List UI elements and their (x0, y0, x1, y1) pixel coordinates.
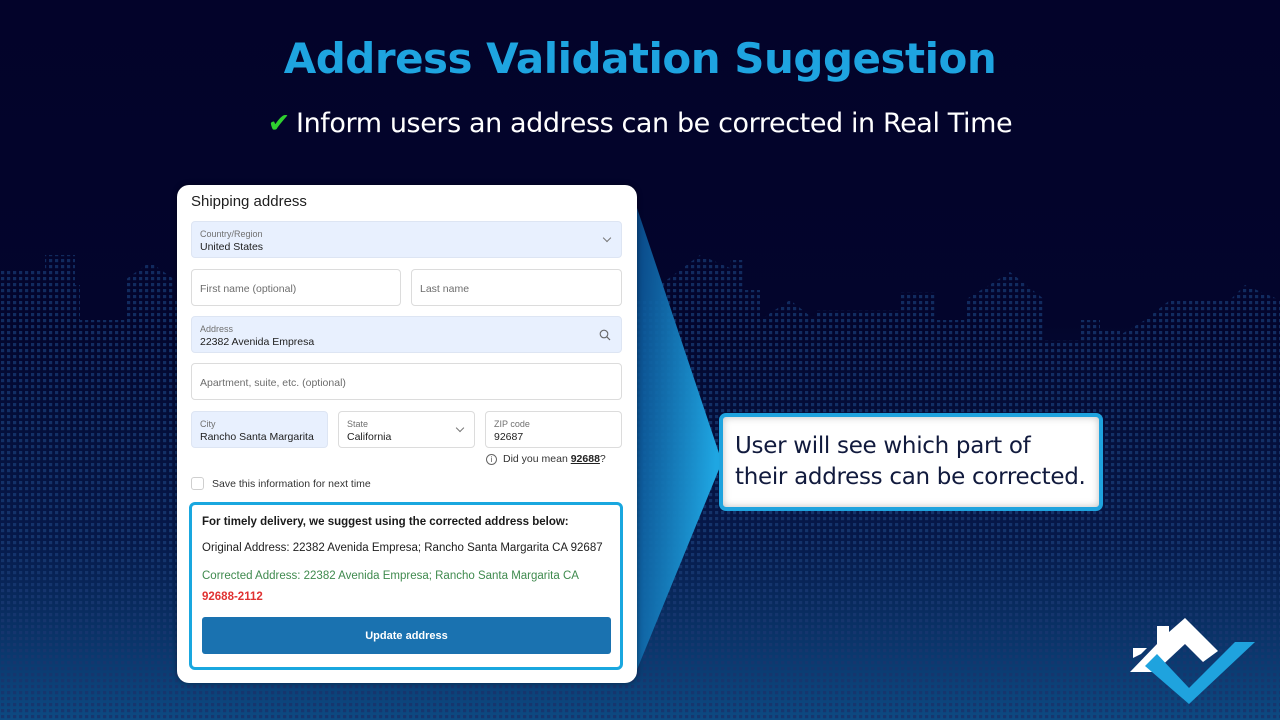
last-name-input[interactable]: Last name (411, 269, 622, 306)
corrected-zip: 92688-2112 (202, 591, 263, 603)
address-correction-suggestion: For timely delivery, we suggest using th… (189, 502, 623, 670)
subtitle-text: Inform users an address can be corrected… (296, 108, 1013, 139)
chevron-down-icon (455, 423, 465, 433)
city-value: Rancho Santa Margarita (200, 431, 314, 443)
first-name-placeholder: First name (optional) (200, 283, 297, 295)
state-value: California (347, 431, 392, 443)
last-name-placeholder: Last name (420, 283, 470, 295)
address-input[interactable]: Address 22382 Avenida Empresa (191, 316, 622, 353)
house-check-logo-icon (1130, 618, 1255, 704)
check-icon: ✔ (267, 108, 291, 139)
chevron-down-icon (602, 233, 612, 243)
slide-subtitle: ✔ Inform users an address can be correcte… (0, 108, 1280, 139)
apartment-input[interactable]: Apartment, suite, etc. (optional) (191, 363, 622, 400)
first-name-input[interactable]: First name (optional) (191, 269, 401, 306)
zip-hint-prefix: Did you mean (503, 453, 568, 465)
zip-value: 92687 (494, 431, 524, 443)
callout-text: User will see which part of their addres… (735, 431, 1086, 493)
suggestion-heading: For timely delivery, we suggest using th… (202, 516, 569, 528)
explanation-callout: User will see which part of their addres… (719, 413, 1103, 511)
save-info-checkbox[interactable] (191, 477, 204, 490)
original-address: Original Address: 22382 Avenida Empresa;… (202, 542, 603, 554)
zip-code-input[interactable]: ZIP code 92687 (485, 411, 622, 448)
zip-suggestion-hint: i Did you mean 92688? (486, 453, 606, 465)
save-info-row: Save this information for next time (191, 477, 371, 490)
update-address-button[interactable]: Update address (202, 617, 611, 654)
state-select[interactable]: State California (338, 411, 475, 448)
state-label: State (347, 419, 369, 429)
callout-line-2: their address can be corrected. (735, 464, 1086, 490)
suggested-zip-link[interactable]: 92688 (571, 453, 600, 465)
address-label: Address (200, 324, 234, 334)
zip-label: ZIP code (494, 419, 530, 429)
info-icon: i (486, 453, 497, 465)
slide-title: Address Validation Suggestion (283, 34, 997, 83)
country-label: Country/Region (200, 229, 263, 239)
city-label: City (200, 419, 216, 429)
country-value: United States (200, 241, 264, 253)
apartment-placeholder: Apartment, suite, etc. (optional) (200, 377, 346, 389)
form-heading: Shipping address (191, 193, 307, 210)
corrected-address: Corrected Address: 22382 Avenida Empresa… (202, 570, 579, 582)
country-region-select[interactable]: Country/Region United States (191, 221, 622, 258)
callout-line-1: User will see which part of (735, 433, 1031, 459)
address-value: 22382 Avenida Empresa (200, 336, 315, 348)
zip-hint-suffix: ? (599, 453, 606, 465)
search-icon[interactable] (599, 329, 611, 341)
save-info-label: Save this information for next time (212, 477, 371, 490)
city-input[interactable]: City Rancho Santa Margarita (191, 411, 328, 448)
shipping-address-form: Shipping address Country/Region United S… (177, 185, 637, 683)
